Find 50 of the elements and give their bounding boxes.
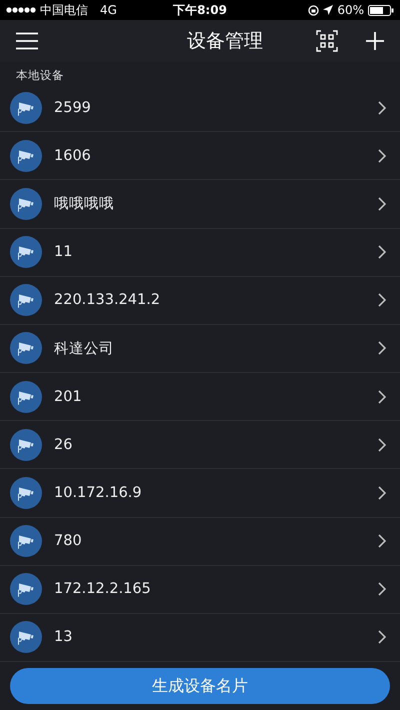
camera-icon (10, 332, 42, 364)
device-name: 哦哦哦哦 (54, 195, 115, 214)
device-name: 172.12.2.165 (54, 581, 152, 598)
device-name: 科達公司 (54, 340, 115, 358)
chevron-right-icon (378, 341, 386, 356)
device-name: 10.172.16.9 (54, 484, 143, 501)
camera-icon (10, 236, 42, 268)
device-name: 2599 (54, 100, 92, 116)
chevron-right-icon (378, 486, 386, 500)
chevron-right-icon (378, 390, 386, 404)
location-icon (323, 5, 334, 15)
device-name: 780 (54, 533, 83, 550)
battery-icon (368, 4, 394, 16)
camera-icon (10, 525, 42, 558)
chevron-right-icon (378, 582, 386, 596)
camera-icon (10, 573, 42, 606)
device-name: 11 (54, 244, 74, 260)
chevron-right-icon (378, 196, 386, 211)
chevron-right-icon (378, 630, 386, 644)
camera-icon (10, 476, 42, 509)
chevron-right-icon (378, 245, 386, 260)
camera-icon (10, 140, 42, 172)
camera-icon (10, 284, 42, 316)
camera-icon (10, 428, 42, 461)
add-icon[interactable] (366, 32, 384, 50)
battery-percent: 60% (337, 3, 364, 17)
camera-icon (10, 621, 42, 654)
signal-icon (6, 7, 36, 13)
chevron-right-icon (378, 438, 386, 452)
chevron-right-icon (378, 100, 386, 115)
camera-icon (10, 92, 42, 124)
chevron-right-icon (378, 293, 386, 308)
device-name: 201 (54, 388, 83, 405)
qr-scan-icon[interactable] (316, 30, 338, 52)
generate-card-button[interactable]: 生成设备名片 (10, 668, 390, 704)
carrier-label: 中国电信 (40, 2, 88, 18)
device-name: 220.133.241.2 (54, 292, 162, 308)
chevron-right-icon (378, 148, 386, 163)
camera-icon (10, 380, 42, 413)
lock-rotation-icon (308, 4, 320, 16)
device-name: 13 (54, 629, 74, 646)
menu-icon[interactable] (16, 32, 38, 50)
section-title: 本地设备 (16, 68, 64, 82)
device-name: 26 (54, 436, 74, 453)
chevron-right-icon (378, 534, 386, 548)
camera-icon (10, 188, 42, 220)
device-name: 1606 (54, 148, 92, 164)
page-title: 设备管理 (186, 28, 264, 54)
network-label: 4G (100, 3, 117, 17)
status-time: 下午8:09 (173, 2, 227, 18)
